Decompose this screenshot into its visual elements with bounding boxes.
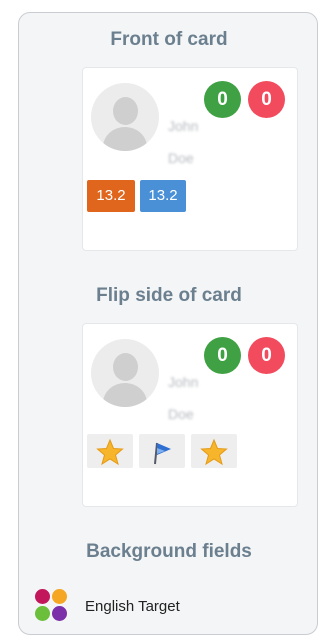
avatar-placeholder [91, 83, 159, 151]
star-icon-tile [191, 434, 237, 468]
blue-value-tag: 13.2 [140, 180, 186, 212]
background-field-label[interactable]: English Target [85, 598, 180, 615]
star-icon-tile [87, 434, 133, 468]
flip-side-of-card-title: Flip side of card [96, 285, 242, 306]
name-line-1: John [168, 374, 199, 390]
avatar-body [103, 383, 147, 407]
orange-value-tag: 13.2 [87, 180, 135, 212]
avatar-head [113, 353, 138, 381]
front-card[interactable]: John Doe 0 0 13.2 13.2 [82, 67, 298, 251]
name-line-2: Doe [168, 406, 194, 422]
star-icon [96, 438, 124, 466]
four-dots-icon [35, 589, 67, 621]
name-line-1: John [168, 118, 199, 134]
front-of-card-title: Front of card [110, 29, 228, 50]
dot-green [35, 606, 50, 621]
card-layout-panel: Front of card John Doe 0 0 13.2 13.2 Fli… [18, 12, 318, 635]
background-fields-title: Background fields [86, 541, 252, 562]
flag-icon-tile [139, 434, 185, 468]
dot-orange [52, 589, 67, 604]
green-count-badge: 0 [204, 337, 241, 374]
avatar-head [113, 97, 138, 125]
star-icon [200, 438, 228, 466]
red-count-badge: 0 [248, 337, 285, 374]
avatar-body [103, 127, 147, 151]
red-count-badge: 0 [248, 81, 285, 118]
flip-card[interactable]: John Doe 0 0 [82, 323, 298, 507]
avatar-placeholder [91, 339, 159, 407]
dot-purple [52, 606, 67, 621]
green-count-badge: 0 [204, 81, 241, 118]
flag-icon [154, 442, 171, 465]
name-line-2: Doe [168, 150, 194, 166]
dot-magenta [35, 589, 50, 604]
